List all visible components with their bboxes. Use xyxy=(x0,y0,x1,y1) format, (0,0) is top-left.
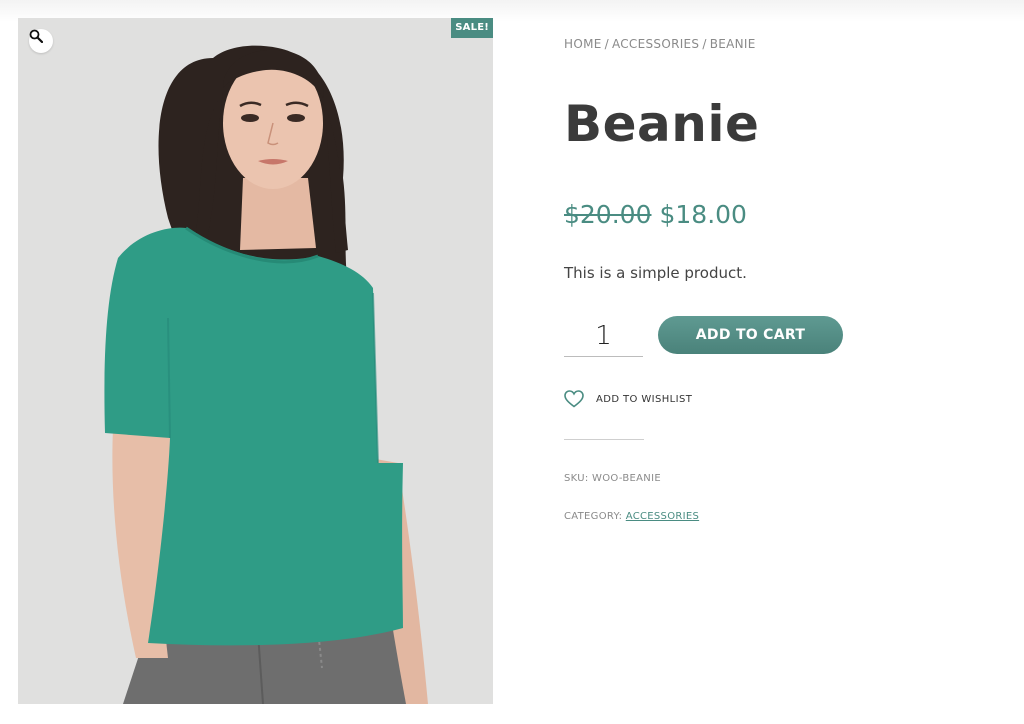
quantity-input[interactable] xyxy=(564,316,643,357)
product-sku: SKU: WOO-BEANIE xyxy=(564,473,661,484)
sku-value: WOO-BEANIE xyxy=(592,473,661,484)
magnifier-icon xyxy=(29,29,43,43)
add-to-cart-button[interactable]: ADD TO CART xyxy=(658,316,843,354)
product-category: CATEGORY: ACCESSORIES xyxy=(564,511,699,522)
meta-divider xyxy=(564,439,644,440)
product-price: $20.00 $18.00 xyxy=(564,199,747,231)
wishlist-label: ADD TO WISHLIST xyxy=(596,393,693,405)
breadcrumb-current: BEANIE xyxy=(709,37,756,51)
product-photo xyxy=(18,18,493,704)
product-short-description: This is a simple product. xyxy=(564,264,747,282)
category-label: CATEGORY: xyxy=(564,511,623,522)
heart-icon xyxy=(564,390,584,408)
breadcrumb: HOME / ACCESSORIES / BEANIE xyxy=(564,37,756,51)
sale-badge: SALE! xyxy=(451,18,493,38)
breadcrumb-separator: / xyxy=(604,37,609,51)
breadcrumb-home[interactable]: HOME xyxy=(564,37,602,51)
zoom-button[interactable] xyxy=(29,29,53,53)
neck xyxy=(240,178,316,250)
sku-label: SKU: xyxy=(564,473,589,484)
product-title: Beanie xyxy=(564,95,760,153)
breadcrumb-category[interactable]: ACCESSORIES xyxy=(612,37,699,51)
sale-price: $18.00 xyxy=(659,200,747,229)
add-to-wishlist-button[interactable]: ADD TO WISHLIST xyxy=(564,390,692,408)
regular-price: $20.00 xyxy=(564,200,652,229)
product-gallery[interactable]: SALE! xyxy=(18,18,493,704)
breadcrumb-separator: / xyxy=(702,37,707,51)
category-link[interactable]: ACCESSORIES xyxy=(626,511,699,522)
